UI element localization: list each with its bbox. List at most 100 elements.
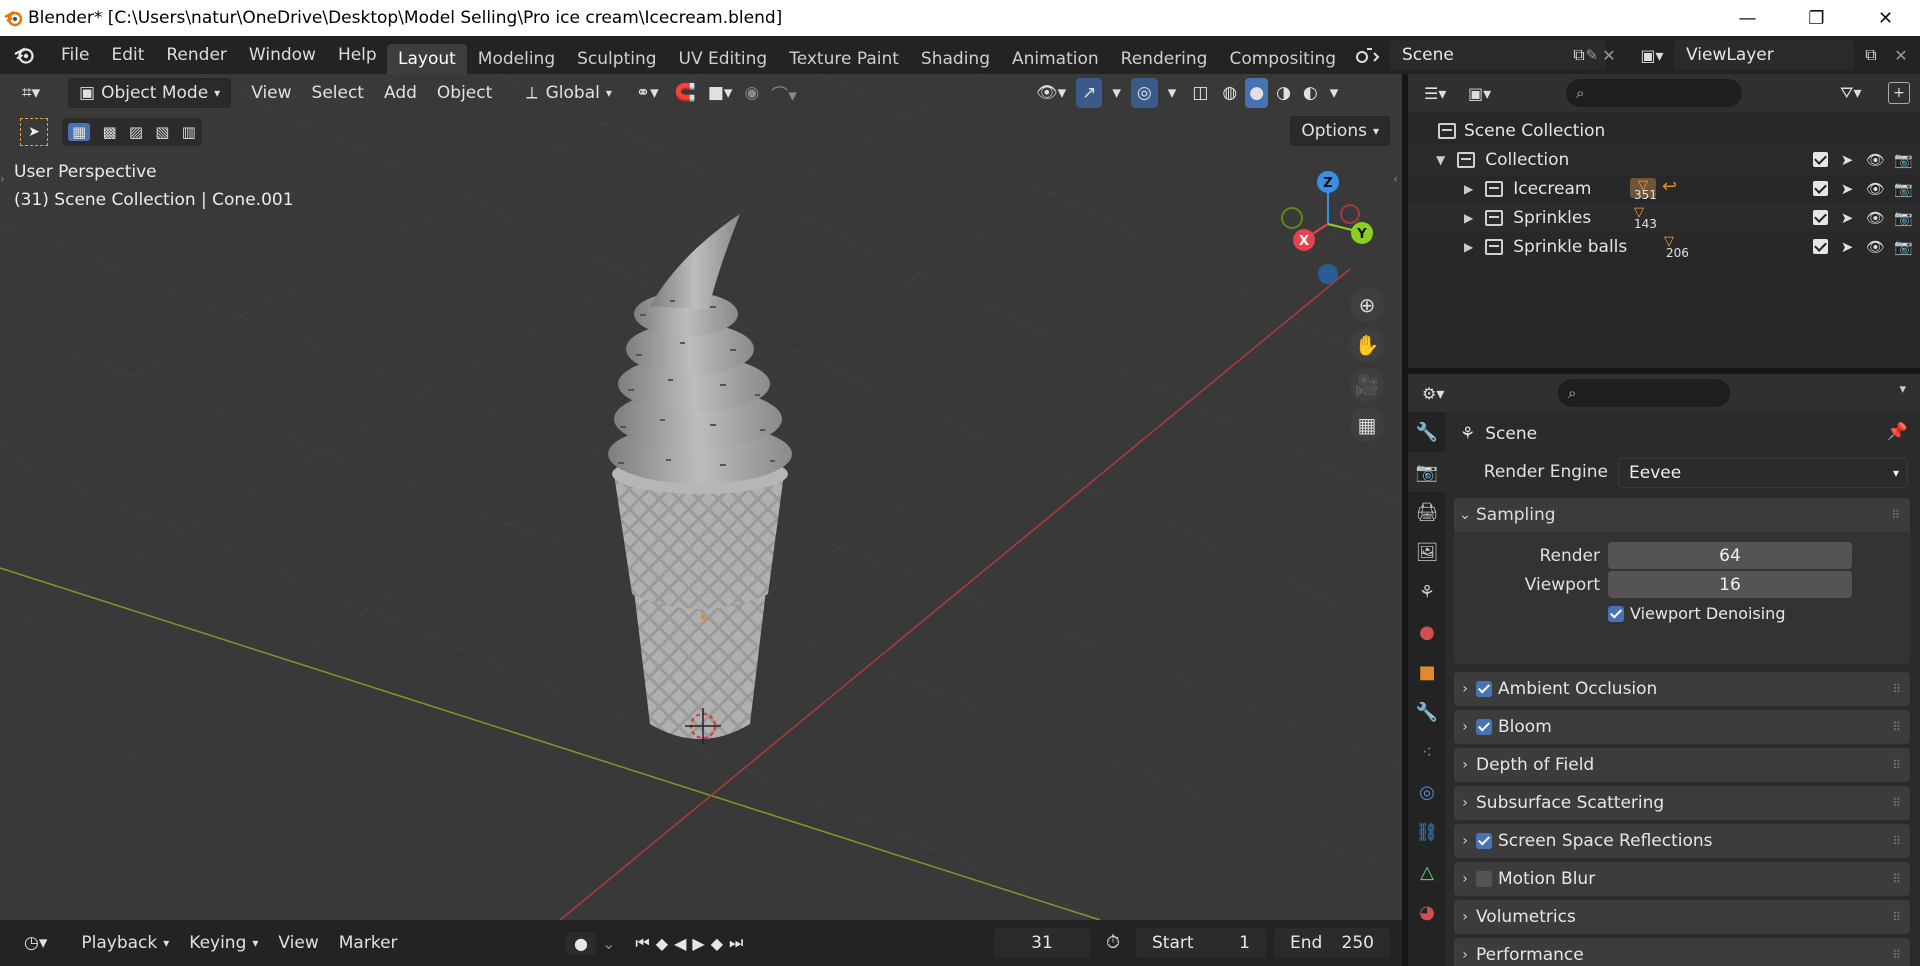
expand-right-icon[interactable]: ▶	[1464, 240, 1473, 254]
output-tab-icon[interactable]: 🖨	[1408, 492, 1446, 532]
new-scene-icon[interactable]: ⧉	[1566, 42, 1592, 68]
select-invert-icon[interactable]: ▧	[155, 123, 169, 141]
menu-object[interactable]: Object	[427, 78, 502, 108]
motion-blur-checkbox[interactable]	[1476, 871, 1492, 887]
outliner-row-collection[interactable]: ▼ Collection ➤ 👁 📷	[1408, 145, 1920, 174]
sampling-panel-header[interactable]: ⌄ Sampling ⠿	[1454, 498, 1910, 532]
outliner-row-icecream[interactable]: ▶ Icecream ▽ 351 ↩ ➤ 👁 📷	[1408, 174, 1920, 203]
menu-playback[interactable]: Playback ▾	[71, 928, 179, 958]
checkbox-checked[interactable]	[1608, 605, 1624, 622]
screen-space-reflections-panel[interactable]: › Screen Space Reflections ⠿	[1454, 824, 1910, 858]
exclude-checkbox[interactable]	[1813, 210, 1828, 225]
minimize-button[interactable]: —	[1713, 0, 1782, 36]
viewlayer-name-field[interactable]: ViewLayer	[1674, 40, 1854, 70]
select-tool-icon[interactable]: ➤	[20, 118, 48, 146]
exclude-checkbox[interactable]	[1813, 152, 1828, 167]
camera-render-icon[interactable]: 📷	[1894, 151, 1913, 169]
selectable-icon[interactable]: ➤	[1838, 209, 1856, 227]
drag-grip-icon[interactable]: ⠿	[1892, 910, 1901, 924]
outliner-row-sprinkle-balls[interactable]: ▶ Sprinkle balls ▽ 206 ➤ 👁 📷	[1408, 232, 1920, 261]
new-viewlayer-icon[interactable]: ⧉	[1858, 42, 1884, 68]
select-extend-icon[interactable]: ▩	[102, 123, 116, 141]
viewport-denoising-checkbox[interactable]: Viewport Denoising	[1608, 604, 1785, 623]
end-frame-field[interactable]: End 250	[1274, 928, 1390, 958]
zoom-icon[interactable]: ⊕	[1350, 288, 1384, 322]
material-tab-icon[interactable]: ◕	[1408, 892, 1446, 932]
bloom-checkbox[interactable]	[1476, 719, 1492, 735]
expand-right-icon[interactable]: ▶	[1464, 211, 1473, 225]
filter-icon[interactable]: ⛛▾	[1840, 78, 1880, 108]
chevron-down-icon[interactable]: ▾	[1899, 382, 1906, 397]
solid-shading-icon[interactable]: ●	[1245, 78, 1269, 108]
start-frame-field[interactable]: Start 1	[1136, 928, 1266, 958]
properties-editor-icon[interactable]: ⚙▾	[1422, 378, 1462, 408]
exclude-checkbox[interactable]	[1813, 239, 1828, 254]
constraints-tab-icon[interactable]: ⛓	[1408, 812, 1446, 852]
ambient-occlusion-panel[interactable]: › Ambient Occlusion ⠿	[1454, 672, 1910, 706]
tab-modeling[interactable]: Modeling	[467, 44, 566, 74]
viewlayer-selector-icon[interactable]: ▣▾	[1632, 40, 1672, 70]
drag-grip-icon[interactable]: ⠿	[1892, 720, 1901, 734]
tab-texture-paint[interactable]: Texture Paint	[778, 44, 910, 74]
select-intersect-icon[interactable]: ▥	[182, 123, 196, 141]
tab-rendering[interactable]: Rendering	[1110, 44, 1219, 74]
modifier-tab-icon[interactable]: 🔧	[1408, 692, 1446, 732]
new-collection-icon[interactable]: +	[1888, 82, 1910, 104]
display-mode-icon[interactable]: ▣▾	[1468, 78, 1514, 108]
mode-dropdown[interactable]: ▣ Object Mode ▾	[68, 78, 232, 108]
stopwatch-icon[interactable]: ⏱	[1106, 932, 1120, 953]
orientation-dropdown[interactable]: ⟂ Global ▾	[516, 78, 622, 108]
outliner-search-input[interactable]: ⌕	[1566, 79, 1742, 107]
tab-layout[interactable]: Layout	[387, 44, 467, 74]
play-reverse-icon[interactable]: ◀	[674, 934, 686, 953]
prev-keyframe-icon[interactable]: ◆	[656, 934, 668, 953]
snap-icon[interactable]: 🧲	[669, 78, 702, 108]
bloom-panel[interactable]: › Bloom ⠿	[1454, 710, 1910, 744]
perspective-toggle-icon[interactable]: ▦	[1350, 408, 1384, 442]
selectable-icon[interactable]: ➤	[1838, 151, 1856, 169]
tool-tab-icon[interactable]: 🔧	[1408, 412, 1446, 452]
outliner-editor-icon[interactable]: ☰▾	[1424, 78, 1460, 108]
volumetrics-panel[interactable]: › Volumetrics ⠿	[1454, 900, 1910, 934]
restore-button[interactable]: ❐	[1782, 0, 1851, 36]
editor-type-icon[interactable]: ⌗▾	[12, 78, 56, 108]
overlays-toggle-icon[interactable]: ◎	[1130, 78, 1158, 108]
camera-render-icon[interactable]: 📷	[1894, 180, 1913, 198]
expand-down-icon[interactable]: ▼	[1436, 153, 1445, 167]
screen-space-reflections-checkbox[interactable]	[1476, 833, 1492, 849]
select-new-icon[interactable]: ▦	[68, 123, 91, 141]
performance-panel[interactable]: › Performance ⠿	[1454, 938, 1910, 966]
current-frame-field[interactable]: 31	[994, 928, 1090, 958]
render-engine-dropdown[interactable]: Eevee ▾	[1618, 458, 1908, 488]
menu-render[interactable]: Render	[155, 36, 238, 74]
camera-view-icon[interactable]: 🎥	[1350, 368, 1384, 402]
pivot-point-icon[interactable]: ⚭▾	[626, 78, 669, 108]
overlays-dropdown-icon[interactable]: ▾	[1162, 78, 1183, 108]
xray-icon[interactable]: ◫	[1186, 78, 1214, 108]
object-tab-icon[interactable]: ■	[1408, 652, 1446, 692]
options-dropdown[interactable]: Options ▾	[1290, 116, 1390, 146]
view-layer-tab-icon[interactable]: 🖼	[1408, 532, 1446, 572]
properties-search-input[interactable]: ⌕	[1558, 379, 1730, 407]
pin-icon[interactable]: 📌	[1887, 422, 1908, 442]
next-keyframe-icon[interactable]: ◆	[711, 934, 723, 953]
data-tab-icon[interactable]: △	[1408, 852, 1446, 892]
blender-menu-icon[interactable]	[0, 36, 50, 74]
icecream-model[interactable]	[570, 214, 830, 834]
depth-of-field-panel[interactable]: › Depth of Field ⠿	[1454, 748, 1910, 782]
menu-keying[interactable]: Keying ▾	[179, 928, 268, 958]
menu-edit[interactable]: Edit	[100, 36, 155, 74]
menu-help[interactable]: Help	[327, 36, 388, 74]
shading-dropdown-icon[interactable]: ▾	[1326, 78, 1343, 108]
pan-hand-icon[interactable]: ✋	[1350, 328, 1384, 362]
eye-icon[interactable]: 👁	[1866, 151, 1885, 169]
visibility-icon[interactable]: 👁▾	[1030, 78, 1072, 108]
camera-render-icon[interactable]: 📷	[1894, 238, 1913, 256]
tab-compositing[interactable]: Compositing	[1218, 44, 1337, 74]
close-button[interactable]: ✕	[1851, 0, 1920, 36]
tab-sculpting[interactable]: Sculpting	[566, 44, 667, 74]
outliner-row-scene-collection[interactable]: Scene Collection	[1408, 116, 1920, 145]
motion-blur-panel[interactable]: › Motion Blur ⠿	[1454, 862, 1910, 896]
snap-target-icon[interactable]: ■▾	[702, 78, 739, 108]
render-tab-icon[interactable]: 📷	[1408, 452, 1446, 492]
